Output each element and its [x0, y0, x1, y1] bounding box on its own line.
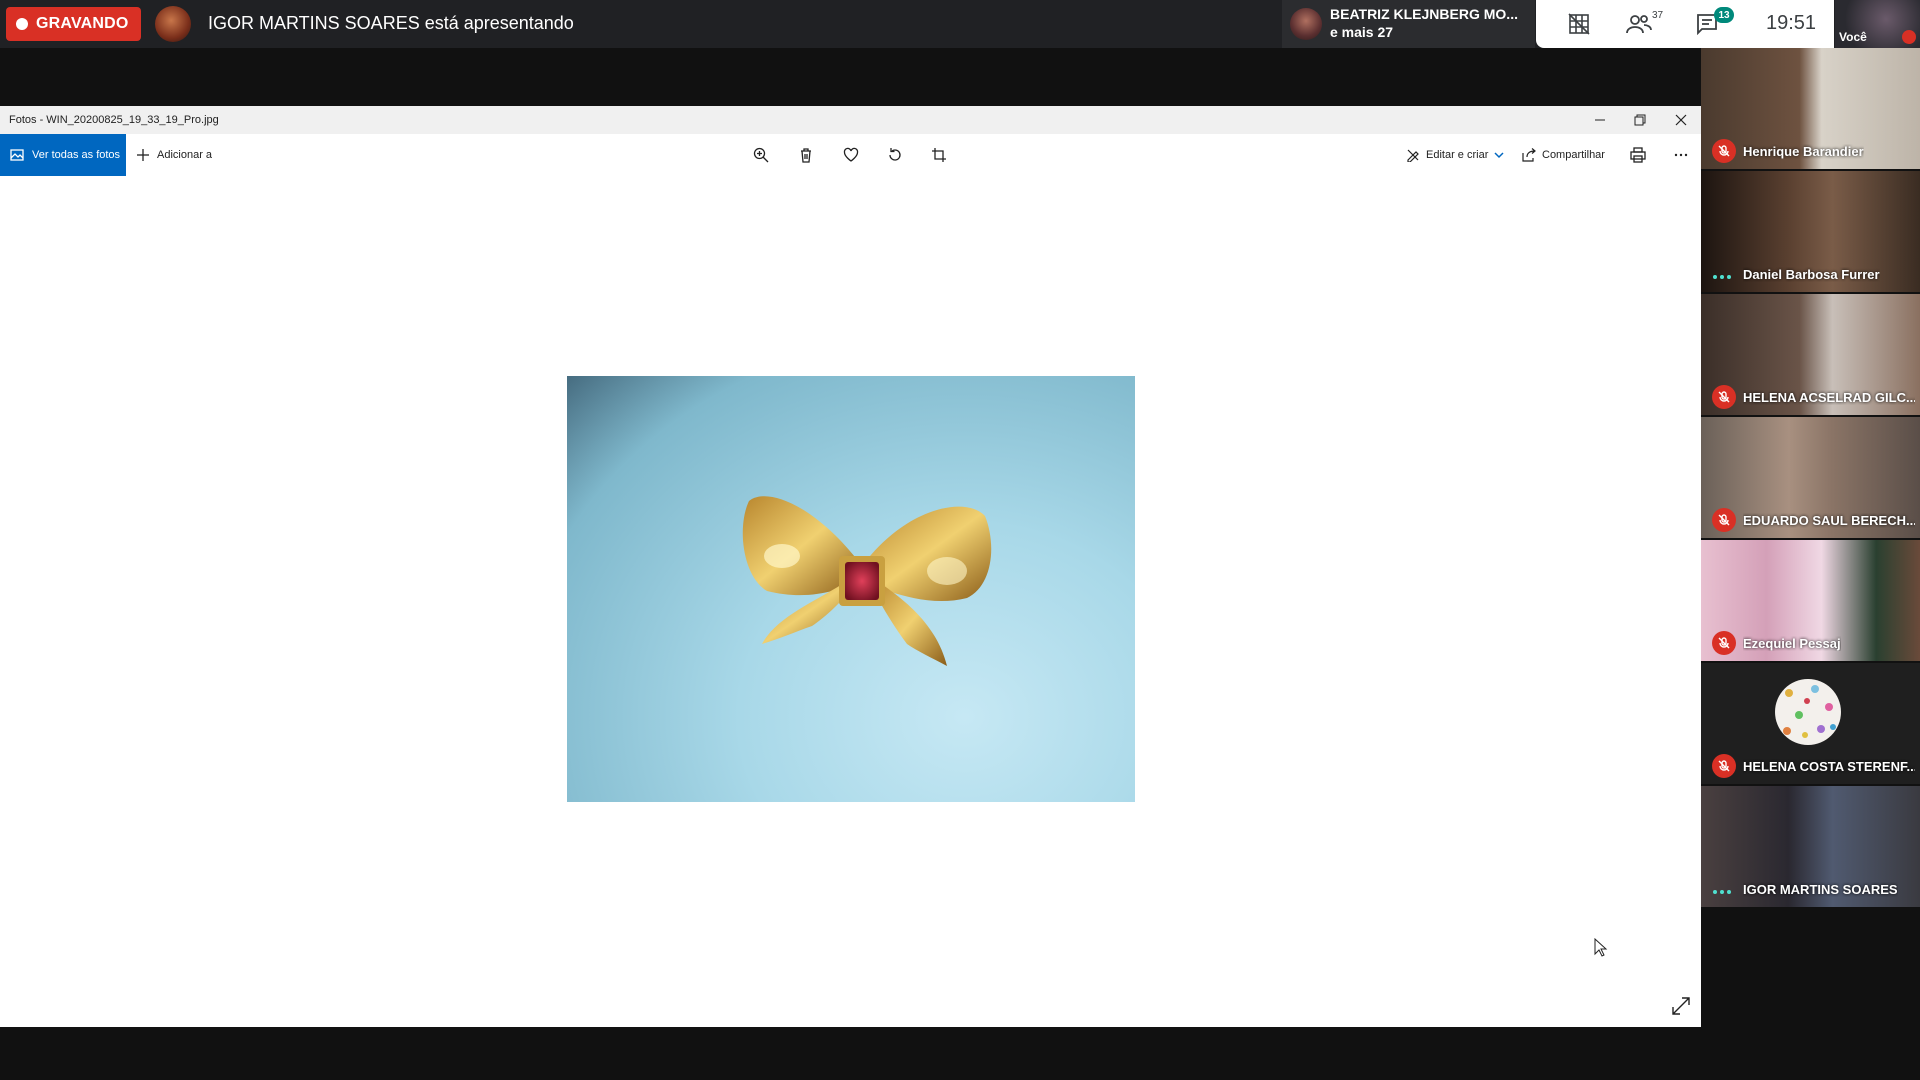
minimize-icon[interactable] [1588, 109, 1612, 131]
photo-bow-brooch[interactable] [567, 376, 1135, 802]
meet-tools-panel: 37 13 19:51 [1536, 0, 1834, 48]
layout-grid-off-icon[interactable] [1566, 12, 1592, 36]
people-count: 37 [1652, 10, 1664, 21]
photo-viewer [0, 178, 1701, 1027]
screen-bottom-strip [0, 1027, 1701, 1080]
rotate-icon[interactable] [885, 145, 905, 165]
participant-tile[interactable]: IGOR MARTINS SOARES [1701, 786, 1920, 907]
mic-off-icon [1712, 508, 1736, 532]
participants-panel: Henrique Barandier Daniel Barbosa Furrer… [1701, 48, 1920, 908]
people-icon[interactable] [1626, 12, 1652, 36]
clock: 19:51 [1766, 12, 1817, 34]
plus-icon [137, 149, 149, 161]
participant-name: Daniel Barbosa Furrer [1743, 267, 1880, 282]
share-button[interactable]: Compartilhar [1522, 134, 1605, 176]
delete-icon[interactable] [796, 145, 816, 165]
participant-tile[interactable]: HELENA COSTA STERENF... [1701, 663, 1920, 784]
meet-top-bar: GRAVANDO IGOR MARTINS SOARES está aprese… [0, 0, 1920, 48]
mic-off-icon [1712, 139, 1736, 163]
photos-window-titlebar: Fotos - WIN_20200825_19_33_19_Pro.jpg [0, 106, 1701, 134]
recording-label: GRAVANDO [36, 15, 129, 32]
other-presenter-more: e mais 27 [1330, 24, 1394, 40]
crop-icon[interactable] [929, 145, 949, 165]
mic-off-icon [1712, 631, 1736, 655]
self-label: Você [1839, 30, 1867, 44]
mic-off-icon [1712, 385, 1736, 409]
share-icon [1522, 148, 1536, 162]
mic-off-icon [1902, 30, 1916, 44]
restore-icon[interactable] [1628, 109, 1652, 131]
other-presenters[interactable]: BEATRIZ KLEJNBERG MO... e mais 27 [1282, 0, 1535, 48]
speaking-indicator-icon [1713, 890, 1731, 894]
more-icon[interactable] [1671, 145, 1691, 165]
speaking-indicator-icon [1713, 275, 1731, 279]
print-icon[interactable] [1628, 145, 1648, 165]
expand-icon[interactable] [1671, 996, 1691, 1016]
participant-tile[interactable]: Ezequiel Pessaj [1701, 540, 1920, 661]
photos-toolbar: Ver todas as fotos Adicionar a Editar e … [0, 134, 1701, 178]
edit-icon [1407, 149, 1419, 162]
recording-badge: GRAVANDO [6, 7, 141, 41]
add-to-label: Adicionar a [157, 149, 213, 161]
see-all-photos-button[interactable]: Ver todas as fotos [0, 134, 126, 176]
mic-off-icon [1712, 754, 1736, 778]
participant-name: HELENA COSTA STERENF... [1743, 759, 1915, 774]
edit-create-label: Editar e criar [1426, 149, 1489, 161]
chevron-down-icon [1494, 152, 1504, 159]
participant-tile[interactable]: Henrique Barandier [1701, 48, 1920, 169]
participant-name: HELENA ACSELRAD GILC... [1743, 390, 1915, 405]
photos-icon [10, 149, 24, 161]
participant-avatar [1775, 679, 1841, 745]
window-title: Fotos - WIN_20200825_19_33_19_Pro.jpg [9, 114, 219, 126]
zoom-icon[interactable] [751, 145, 771, 165]
mouse-cursor-icon [1594, 937, 1608, 963]
participant-name: Ezequiel Pessaj [1743, 636, 1841, 651]
participant-tile[interactable]: EDUARDO SAUL BERECH... [1701, 417, 1920, 538]
presenter-avatar [155, 6, 191, 42]
add-to-button[interactable]: Adicionar a [136, 134, 212, 176]
chat-count-badge: 13 [1714, 7, 1734, 23]
edit-create-button[interactable]: Editar e criar [1406, 134, 1504, 176]
participant-tile[interactable]: Daniel Barbosa Furrer [1701, 171, 1920, 292]
favorite-icon[interactable] [841, 145, 861, 165]
participant-name: Henrique Barandier [1743, 144, 1864, 159]
participant-tile[interactable]: HELENA ACSELRAD GILC... [1701, 294, 1920, 415]
participant-name: IGOR MARTINS SOARES [1743, 882, 1898, 897]
self-view-tile[interactable]: Você [1835, 0, 1920, 48]
other-presenter-avatar [1290, 8, 1322, 40]
participant-name: EDUARDO SAUL BERECH... [1743, 513, 1915, 528]
share-label: Compartilhar [1542, 149, 1605, 161]
close-icon[interactable] [1669, 109, 1693, 131]
see-all-photos-label: Ver todas as fotos [32, 149, 121, 161]
presenter-text: IGOR MARTINS SOARES está apresentando [208, 13, 574, 33]
other-presenter-name: BEATRIZ KLEJNBERG MO... [1330, 6, 1518, 22]
record-dot-icon [16, 18, 28, 30]
